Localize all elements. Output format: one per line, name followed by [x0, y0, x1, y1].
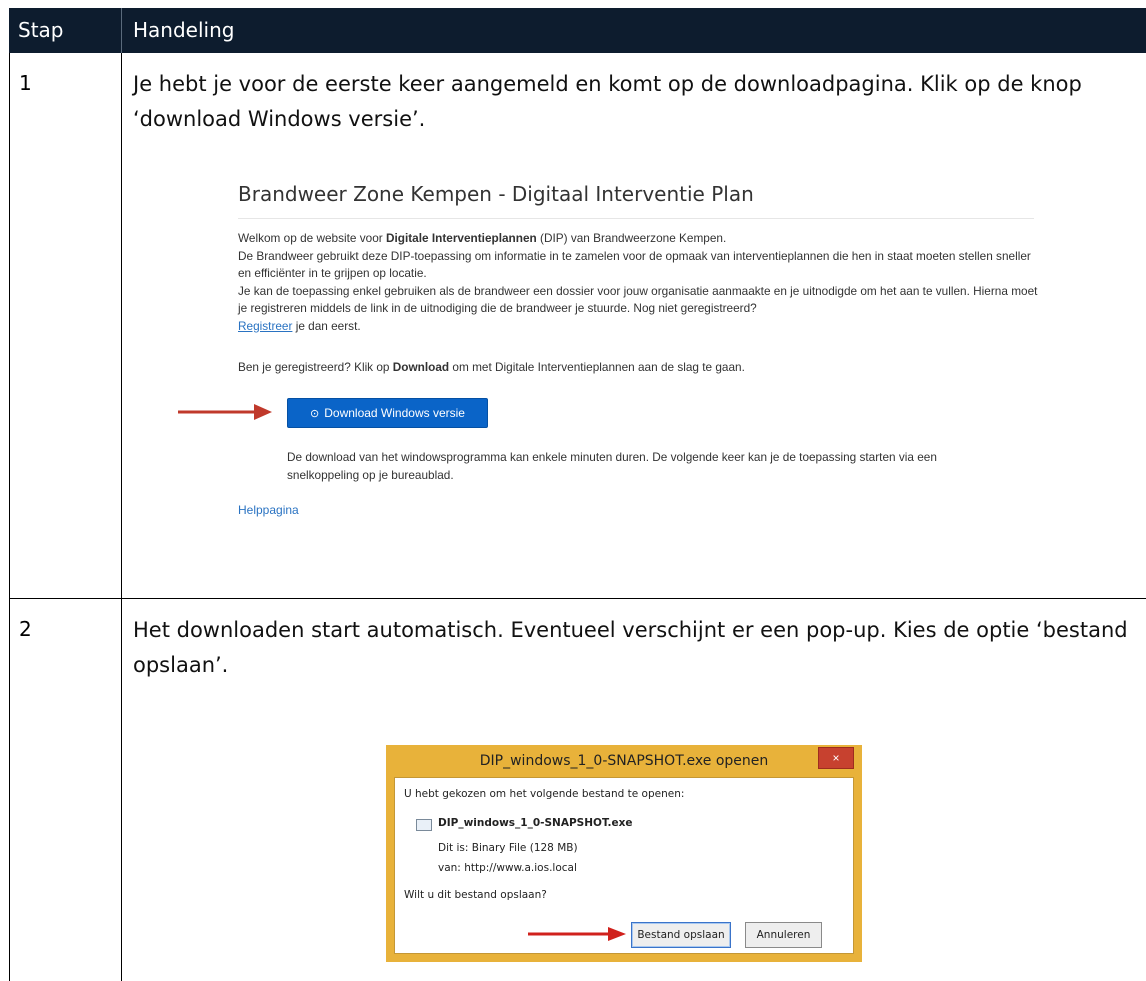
cancel-button[interactable]: Annuleren: [745, 922, 822, 948]
close-icon[interactable]: ×: [818, 747, 854, 769]
pointer-arrow-icon: [178, 404, 272, 420]
table-header: Stap Handeling: [9, 8, 1146, 53]
download-button-label: Download Windows versie: [324, 406, 465, 420]
instruction-table: Stap Handeling 1 Je hebt je voor de eers…: [9, 8, 1146, 981]
file-type-row: Dit is: Binary File (128 MB): [438, 842, 578, 854]
table-row: 2 Het downloaden start automatisch. Even…: [9, 599, 1146, 981]
page-title: Brandweer Zone Kempen - Digitaal Interve…: [238, 182, 754, 206]
intro-line-3: Je kan de toepassing enkel gebruiken als…: [238, 283, 1038, 316]
header-step-label: Stap: [18, 18, 64, 42]
help-link[interactable]: Helppagina: [238, 503, 299, 517]
ready-bold: Download: [392, 360, 450, 374]
step-instruction: Het downloaden start automatisch. Eventu…: [133, 618, 1128, 677]
ready-text: Ben je geregistreerd? Klik op Download o…: [238, 360, 1038, 374]
intro-line-2: De Brandweer gebruikt deze DIP-toepassin…: [238, 248, 1031, 281]
file-type-value: Binary File (128 MB): [471, 842, 578, 854]
dialog-title: DIP_windows_1_0-SNAPSHOT.exe openen: [479, 753, 769, 769]
step-content-cell: Je hebt je voor de eerste keer aangemeld…: [121, 53, 1146, 599]
intro-text: Welkom op de website voor Digitale Inter…: [238, 230, 1038, 335]
header-action-label: Handeling: [133, 18, 235, 42]
step-instruction: Je hebt je voor de eerste keer aangemeld…: [133, 72, 1082, 131]
step-number: 1: [19, 71, 32, 95]
welcome-prefix: Welkom op de website voor: [238, 231, 386, 245]
file-source-value: http://www.a.ios.local: [464, 862, 577, 874]
header-cell-action: Handeling: [121, 8, 1146, 53]
register-suffix: je dan eerst.: [292, 318, 361, 333]
download-note: De download van het windowsprogramma kan…: [287, 450, 937, 482]
pointer-arrow-icon: [528, 927, 626, 941]
step-number: 2: [19, 617, 32, 641]
register-link[interactable]: Registreer: [238, 319, 292, 333]
download-windows-button[interactable]: ⊙ Download Windows versie: [287, 398, 488, 428]
file-icon: [416, 819, 432, 831]
file-source-row: van: http://www.a.ios.local: [438, 862, 577, 874]
file-name: DIP_windows_1_0-SNAPSHOT.exe: [438, 817, 633, 829]
save-question: Wilt u dit bestand opslaan?: [404, 889, 547, 901]
dialog-body: U hebt gekozen om het volgende bestand t…: [394, 777, 854, 954]
save-file-button[interactable]: Bestand opslaan: [631, 922, 731, 948]
step-number-cell: 2: [9, 599, 122, 981]
header-cell-step: Stap: [9, 8, 121, 53]
welcome-bold: Digitale Interventieplannen: [385, 231, 537, 245]
step-content-cell: Het downloaden start automatisch. Eventu…: [121, 599, 1146, 981]
ready-prefix: Ben je geregistreerd? Klik op: [238, 360, 393, 374]
dialog-intro: U hebt gekozen om het volgende bestand t…: [404, 788, 685, 800]
download-icon: ⊙: [310, 407, 320, 420]
title-divider: [238, 218, 1034, 219]
download-page-screenshot: Brandweer Zone Kempen - Digitaal Interve…: [160, 168, 1040, 548]
save-file-dialog: DIP_windows_1_0-SNAPSHOT.exe openen × U …: [386, 745, 862, 962]
welcome-suffix: (DIP) van Brandweerzone Kempen.: [536, 231, 727, 245]
table-row: 1 Je hebt je voor de eerste keer aangeme…: [9, 53, 1146, 599]
step-number-cell: 1: [9, 53, 122, 599]
file-type-label: Dit is:: [438, 842, 469, 854]
file-source-label: van:: [438, 862, 461, 874]
ready-suffix: om met Digitale Interventieplannen aan d…: [449, 360, 745, 374]
